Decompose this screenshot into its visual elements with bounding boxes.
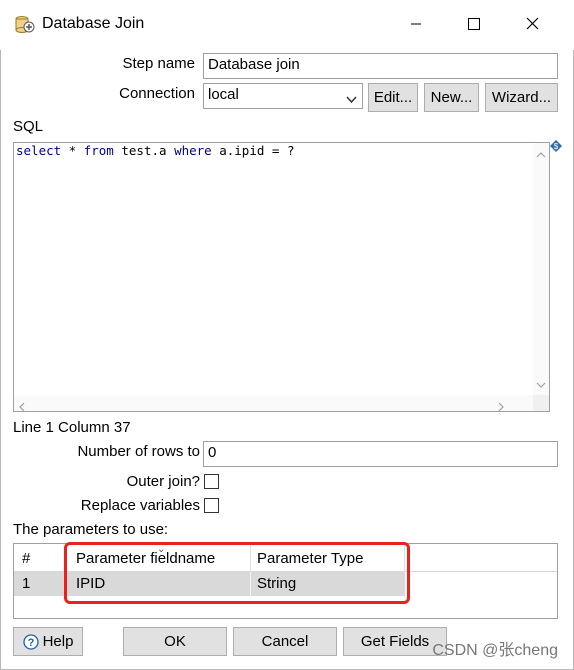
sql-horizontal-scrollbar[interactable] [14, 395, 533, 411]
sql-vertical-scrollbar[interactable] [533, 143, 549, 396]
rows-label: Number of rows to [77, 443, 200, 460]
connection-label: Connection [119, 85, 195, 102]
chevron-down-icon [346, 91, 357, 108]
close-icon [526, 17, 539, 34]
app-icon [14, 14, 36, 36]
variable-icon[interactable]: $ [550, 139, 562, 156]
step-name-input[interactable]: Database join [203, 53, 558, 79]
sql-token: a.ipid = ? [211, 143, 295, 158]
scroll-up-icon[interactable] [536, 146, 546, 163]
cursor-position-status: Line 1 Column 37 [13, 419, 131, 436]
help-icon: ? [22, 633, 39, 650]
sql-keyword: select [16, 143, 62, 158]
new-connection-button[interactable]: New... [424, 83, 479, 112]
sql-token: * [61, 143, 84, 158]
title-bar[interactable]: Database Join [0, 0, 574, 50]
scrollbar-corner [533, 395, 549, 411]
replace-variables-checkbox[interactable] [204, 498, 219, 513]
sql-label: SQL [13, 118, 44, 135]
sql-code[interactable]: select * from test.a where a.ipid = ? [16, 143, 295, 158]
wizard-button[interactable]: Wizard... [485, 83, 558, 112]
replace-variables-label: Replace variables [80, 497, 200, 514]
connection-select[interactable]: local [203, 83, 363, 109]
maximize-icon [468, 17, 480, 34]
window-title: Database Join [42, 15, 145, 32]
ok-button[interactable]: OK [123, 627, 227, 656]
outer-join-checkbox[interactable] [204, 474, 219, 489]
svg-text:$: $ [554, 142, 559, 151]
sql-token: test.a [113, 143, 175, 158]
close-button[interactable] [510, 10, 554, 40]
svg-text:?: ? [27, 637, 34, 649]
row-number: 1 [22, 575, 31, 592]
maximize-button[interactable] [452, 10, 496, 40]
scroll-right-icon[interactable] [497, 399, 505, 411]
help-label: Help [42, 633, 74, 650]
step-name-label: Step name [122, 55, 195, 72]
minimize-button[interactable] [394, 10, 438, 40]
sql-editor[interactable]: select * from test.a where a.ipid = ? [13, 142, 550, 412]
help-button[interactable]: ? Help [13, 627, 83, 656]
cancel-button[interactable]: Cancel [233, 627, 337, 656]
outer-join-label: Outer join? [126, 473, 200, 490]
scroll-left-icon[interactable] [18, 399, 26, 411]
column-header-number[interactable]: # [22, 550, 30, 567]
parameters-label: The parameters to use: [13, 521, 169, 538]
sql-keyword: where [174, 143, 212, 158]
minimize-icon [410, 17, 422, 34]
scroll-down-icon[interactable] [536, 376, 546, 393]
sql-keyword: from [83, 143, 114, 158]
edit-connection-button[interactable]: Edit... [368, 83, 418, 112]
connection-value: local [208, 86, 239, 103]
annotation-highlight-box [64, 542, 410, 604]
rows-input[interactable]: 0 [203, 441, 558, 467]
watermark: CSDN @张cheng [432, 642, 558, 659]
